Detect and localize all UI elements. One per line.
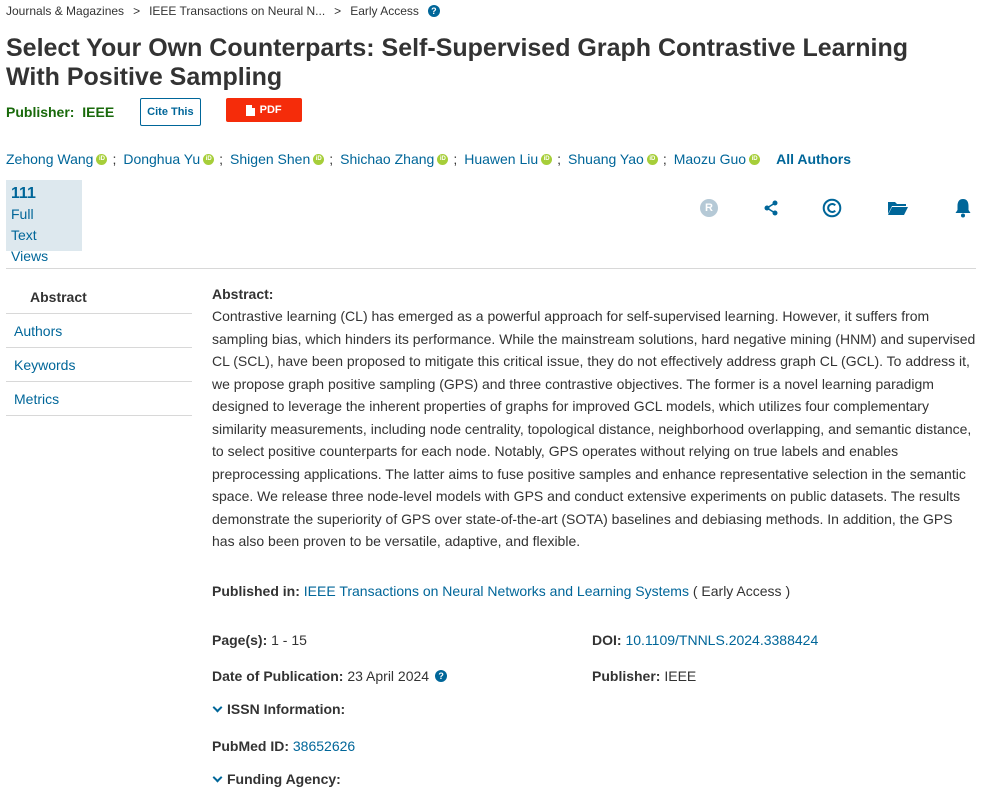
folder-icon[interactable]	[887, 198, 909, 218]
nav-item-authors[interactable]: Authors	[6, 314, 192, 348]
meta-publisher-value: IEEE	[664, 668, 697, 684]
issn-label: ISSN Information:	[227, 701, 346, 717]
bell-icon[interactable]	[954, 198, 972, 218]
article-section-nav: Abstract Authors Keywords Metrics	[6, 280, 192, 416]
share-icon[interactable]	[763, 198, 779, 218]
issn-information-toggle[interactable]: ISSN Information:	[212, 699, 345, 719]
author-separator: ;	[662, 151, 667, 167]
all-authors-link[interactable]: All Authors	[776, 151, 851, 167]
funding-label: Funding Agency:	[227, 771, 341, 787]
meta-publisher-label: Publisher:	[592, 668, 661, 684]
doi-info: DOI: 10.1109/TNNLS.2024.3388424	[592, 630, 818, 650]
orcid-icon[interactable]: iD	[541, 153, 553, 165]
orcid-icon[interactable]: iD	[313, 153, 325, 165]
help-icon[interactable]: ?	[427, 5, 440, 17]
pubmed-link[interactable]: 38652626	[293, 738, 355, 754]
orcid-icon[interactable]: iD	[437, 153, 449, 165]
author-separator: ;	[557, 151, 562, 167]
date-label: Date of Publication:	[212, 668, 344, 684]
journal-link[interactable]: IEEE Transactions on Neural Networks and…	[304, 583, 689, 599]
chevron-down-icon	[212, 702, 223, 713]
author-separator: ;	[329, 151, 334, 167]
copyright-icon[interactable]	[822, 198, 842, 218]
publisher-label-text: Publisher:	[6, 104, 75, 120]
breadcrumb-journals-magazines[interactable]: Journals & Magazines	[6, 4, 124, 18]
rights-icon[interactable]: R	[700, 198, 718, 218]
funding-agency-toggle[interactable]: Funding Agency:	[212, 769, 341, 789]
breadcrumb: Journals & Magazines > IEEE Transactions…	[6, 4, 440, 18]
orcid-icon[interactable]: iD	[203, 153, 215, 165]
publisher-label: Publisher: IEEE	[6, 104, 114, 120]
cite-this-button[interactable]: Cite This	[140, 98, 201, 126]
breadcrumb-separator: >	[334, 4, 342, 18]
author-separator: ;	[453, 151, 458, 167]
pdf-file-icon	[245, 104, 255, 116]
orcid-icon[interactable]: iD	[646, 153, 658, 165]
publisher-value: IEEE	[82, 104, 115, 120]
views-label-line1: Full	[11, 206, 34, 222]
author-link[interactable]: Zehong Wang	[6, 151, 93, 167]
published-in: Published in: IEEE Transactions on Neura…	[212, 581, 790, 601]
abstract-text: Contrastive learning (CL) has emerged as…	[212, 308, 976, 549]
views-label-line2: Text Views	[11, 227, 49, 264]
publisher-info: Publisher: IEEE	[592, 666, 696, 686]
orcid-icon[interactable]: iD	[749, 153, 761, 165]
pubmed-label: PubMed ID:	[212, 738, 289, 754]
breadcrumb-separator: >	[133, 4, 141, 18]
article-title: Select Your Own Counterparts: Self-Super…	[6, 34, 909, 91]
nav-item-keywords[interactable]: Keywords	[6, 348, 192, 382]
doi-label: DOI:	[592, 632, 622, 648]
orcid-icon[interactable]: iD	[96, 153, 108, 165]
nav-item-abstract[interactable]: Abstract	[6, 280, 192, 314]
chevron-down-icon	[212, 772, 223, 783]
abstract-heading: Abstract:	[212, 286, 274, 302]
pages-value: 1 - 15	[271, 632, 307, 648]
publication-status: ( Early Access )	[692, 583, 791, 599]
author-link[interactable]: Shichao Zhang	[340, 151, 434, 167]
abstract-section: Abstract: Contrastive learning (CL) has …	[212, 284, 976, 553]
pages-label: Page(s):	[212, 632, 268, 648]
date-of-publication: Date of Publication: 23 April 2024 ?	[212, 666, 448, 686]
section-divider	[6, 268, 976, 269]
nav-item-metrics[interactable]: Metrics	[6, 382, 192, 416]
publisher-row: Publisher: IEEE Cite This PDF	[6, 97, 302, 127]
author-link[interactable]: Maozu Guo	[674, 151, 746, 167]
pubmed-info: PubMed ID: 38652626	[212, 736, 355, 756]
breadcrumb-journal[interactable]: IEEE Transactions on Neural N...	[149, 4, 325, 18]
author-link[interactable]: Huawen Liu	[464, 151, 538, 167]
breadcrumb-early-access[interactable]: Early Access	[350, 4, 419, 18]
doi-link[interactable]: 10.1109/TNNLS.2024.3388424	[625, 632, 818, 648]
author-link[interactable]: Donghua Yu	[123, 151, 200, 167]
views-count: 111	[11, 185, 36, 202]
published-in-label: Published in:	[212, 583, 300, 599]
date-value: 23 April 2024	[347, 668, 430, 684]
author-link[interactable]: Shuang Yao	[568, 151, 644, 167]
pdf-label: PDF	[259, 104, 282, 116]
full-text-views-metric[interactable]: 111 Full Text Views	[6, 180, 82, 264]
pages-info: Page(s): 1 - 15	[212, 630, 307, 650]
author-list: Zehong Wang iD; Donghua Yu iD; Shigen Shen…	[6, 151, 851, 167]
author-link[interactable]: Shigen Shen	[230, 151, 310, 167]
date-help-icon[interactable]: ?	[435, 670, 448, 682]
author-separator: ;	[219, 151, 224, 167]
rights-badge: R	[700, 199, 718, 217]
author-separator: ;	[112, 151, 117, 167]
pdf-button[interactable]: PDF	[225, 98, 302, 122]
action-icon-bar: R	[690, 198, 980, 218]
